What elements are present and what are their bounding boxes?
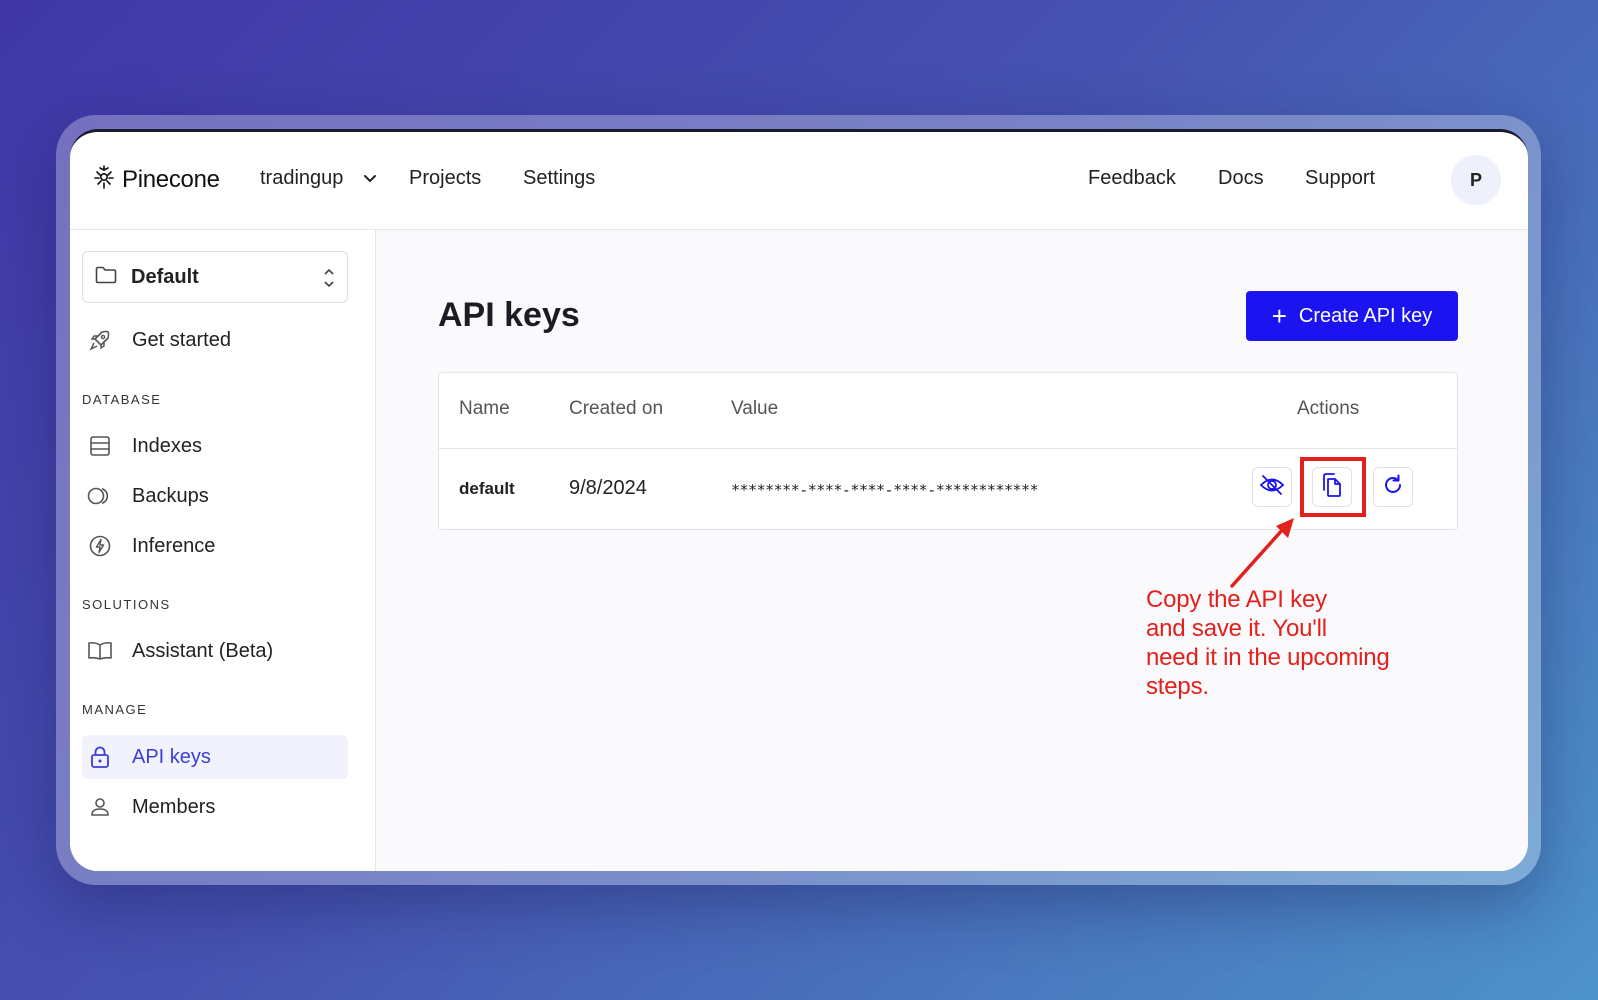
plus-icon: + (1271, 301, 1287, 331)
copy-button-highlight-box (1300, 457, 1366, 517)
sidebar-item-label: Members (132, 795, 216, 818)
user-icon (82, 796, 118, 818)
nav-support[interactable]: Support (1305, 167, 1375, 190)
sidebar: Default Get started DATABASE Indexes Bac… (70, 230, 376, 871)
annotation-line: steps. (1146, 673, 1209, 700)
sidebar-item-label: Assistant (Beta) (132, 639, 274, 662)
list-icon (82, 435, 118, 457)
nav-projects[interactable]: Projects (409, 167, 481, 190)
section-database: DATABASE (82, 392, 162, 407)
section-solutions: SOLUTIONS (82, 597, 171, 612)
sidebar-item-get-started[interactable]: Get started (82, 318, 348, 362)
book-icon (82, 641, 118, 661)
nav-docs[interactable]: Docs (1218, 167, 1264, 190)
sidebar-item-assistant[interactable]: Assistant (Beta) (82, 629, 348, 673)
table-header: Name Created on Value Actions (439, 373, 1457, 449)
rotate-key-button[interactable] (1373, 467, 1413, 507)
annotation-line: and save it. You'll (1146, 615, 1327, 642)
column-header-name: Name (459, 398, 510, 419)
project-name: Default (131, 265, 199, 288)
column-header-created-on: Created on (569, 398, 664, 419)
chevron-updown-icon (323, 267, 335, 294)
sidebar-item-members[interactable]: Members (82, 785, 348, 829)
app-window: Pinecone tradingup Projects Settings Fee… (70, 129, 1528, 871)
annotation-line: need it in the upcoming (1146, 644, 1390, 671)
annotation-line: Copy the API key (1146, 586, 1327, 613)
chevron-down-icon (363, 167, 377, 190)
create-api-key-button[interactable]: + Create API key (1246, 291, 1458, 341)
nav-feedback[interactable]: Feedback (1088, 167, 1176, 190)
annotation-arrow (1230, 518, 1294, 588)
create-api-key-label: Create API key (1298, 304, 1433, 327)
lightning-icon (82, 534, 118, 558)
annotation-text: Copy the API key and save it. You'll nee… (1146, 585, 1446, 701)
sidebar-item-indexes[interactable]: Indexes (82, 424, 348, 468)
sidebar-item-inference[interactable]: Inference (82, 524, 348, 568)
org-name: tradingup (260, 167, 344, 189)
lock-icon (82, 745, 118, 769)
top-nav: Pinecone tradingup Projects Settings Fee… (70, 132, 1528, 230)
sidebar-item-label: Indexes (132, 434, 203, 457)
nav-settings[interactable]: Settings (523, 167, 595, 190)
user-avatar[interactable]: P (1451, 155, 1501, 205)
rocket-icon (82, 328, 118, 352)
column-header-value: Value (731, 398, 779, 419)
sidebar-item-label: Inference (132, 534, 216, 557)
cell-created-on: 9/8/2024 (569, 477, 647, 499)
cell-key-name: default (459, 479, 515, 498)
main-content: API keys + Create API key Name Created o… (376, 230, 1528, 871)
column-header-actions: Actions (1297, 398, 1360, 419)
backups-icon (82, 485, 118, 507)
org-selector[interactable]: tradingup (260, 167, 377, 190)
section-manage: MANAGE (82, 702, 148, 717)
reveal-key-button[interactable] (1252, 467, 1292, 507)
cell-key-value: ********-****-****-****-************ (731, 481, 1039, 499)
sidebar-item-label: Backups (132, 484, 209, 507)
sidebar-item-backups[interactable]: Backups (82, 474, 348, 518)
page-title: API keys (438, 296, 580, 334)
brand-name: Pinecone (122, 165, 220, 193)
pinecone-logo-icon (92, 164, 116, 195)
folder-icon (95, 266, 117, 289)
sidebar-item-api-keys[interactable]: API keys (82, 735, 348, 779)
project-selector[interactable]: Default (82, 251, 348, 303)
eye-off-icon (1259, 474, 1285, 501)
refresh-icon (1381, 473, 1405, 502)
sidebar-item-label: Get started (132, 328, 231, 351)
pinecone-logo[interactable]: Pinecone (92, 164, 220, 195)
sidebar-item-label: API keys (132, 745, 211, 768)
